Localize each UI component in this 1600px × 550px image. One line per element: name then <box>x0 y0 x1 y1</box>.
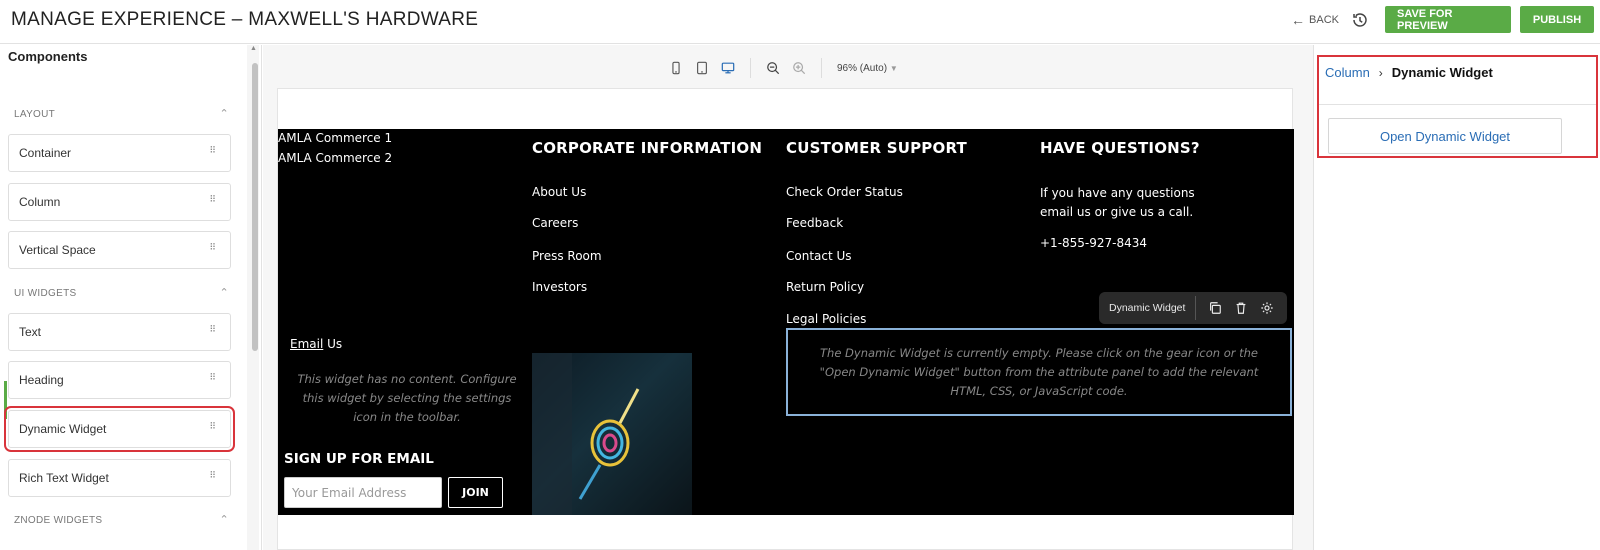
toolbar-divider <box>1195 296 1196 320</box>
zoom-select[interactable]: 96% (Auto) ▼ <box>837 63 898 74</box>
components-title: Components <box>8 49 88 64</box>
component-vertical-space[interactable]: Vertical Space ⠿ <box>8 231 231 269</box>
email-input[interactable]: Your Email Address <box>284 477 442 508</box>
component-heading[interactable]: Heading ⠿ <box>8 361 231 399</box>
link-contact-us[interactable]: Contact Us <box>786 249 852 263</box>
chevron-up-icon: ⌃ <box>219 514 229 526</box>
caret-down-icon: ▼ <box>889 63 898 73</box>
drag-handle-icon[interactable]: ⠿ <box>209 243 216 252</box>
customer-support-heading: CUSTOMER SUPPORT <box>786 139 967 157</box>
publish-button[interactable]: PUBLISH <box>1520 6 1594 33</box>
tablet-view-icon[interactable] <box>695 61 709 75</box>
drag-handle-icon[interactable]: ⠿ <box>209 195 216 204</box>
amla-line-2: AMLA Commerce 2 <box>278 151 393 165</box>
page-title: MANAGE EXPERIENCE – MAXWELL'S HARDWARE <box>11 9 479 30</box>
breadcrumb-current: Dynamic Widget <box>1391 65 1493 80</box>
signup-title: SIGN UP FOR EMAIL <box>284 451 434 467</box>
component-container[interactable]: Container ⠿ <box>8 134 231 172</box>
component-text[interactable]: Text ⠿ <box>8 313 231 351</box>
chevron-up-icon: ⌃ <box>219 108 229 120</box>
page-preview: AMLA Commerce 1 AMLA Commerce 2 CORPORAT… <box>277 88 1294 550</box>
top-bar: MANAGE EXPERIENCE – MAXWELL'S HARDWARE ←… <box>0 0 1600 44</box>
toolbar-divider <box>821 58 822 78</box>
link-feedback[interactable]: Feedback <box>786 216 843 230</box>
history-icon[interactable] <box>1351 11 1369 29</box>
arrow-left-icon: ← <box>1291 11 1306 28</box>
breadcrumb-column[interactable]: Column <box>1325 65 1370 80</box>
zoom-in-icon[interactable] <box>792 61 806 75</box>
delete-icon[interactable] <box>1234 301 1248 315</box>
back-button[interactable]: ← BACK <box>1291 12 1339 28</box>
drag-handle-icon[interactable]: ⠿ <box>209 146 216 155</box>
site-footer: AMLA Commerce 1 AMLA Commerce 2 CORPORAT… <box>278 129 1294 515</box>
link-check-order-status[interactable]: Check Order Status <box>786 185 903 199</box>
drop-indicator <box>4 381 7 419</box>
top-actions: ← BACK SAVE FOR PREVIEW PUBLISH <box>1291 6 1594 33</box>
attribute-panel: Column › Dynamic Widget Open Dynamic Wid… <box>1313 45 1600 550</box>
phone-number[interactable]: +1-855-927-8434 <box>1040 236 1147 250</box>
section-layout[interactable]: LAYOUT ⌃ <box>14 108 229 120</box>
component-rich-text-widget[interactable]: Rich Text Widget ⠿ <box>8 459 231 497</box>
questions-text: If you have any questions email us or gi… <box>1040 186 1195 219</box>
empty-widget-note: This widget has no content. Configure th… <box>297 372 517 424</box>
component-column[interactable]: Column ⠿ <box>8 183 231 221</box>
editor-canvas: 96% (Auto) ▼ AMLA Commerce 1 AMLA Commer… <box>263 45 1313 550</box>
rocket-logo-icon <box>532 353 640 515</box>
scrollbar-thumb[interactable] <box>252 63 258 351</box>
link-careers[interactable]: Careers <box>532 216 578 230</box>
drag-handle-icon[interactable]: ⠿ <box>209 325 216 334</box>
corporate-info-heading: CORPORATE INFORMATION <box>532 139 763 157</box>
component-dynamic-widget[interactable]: Dynamic Widget ⠿ <box>4 406 235 452</box>
link-return-policy[interactable]: Return Policy <box>786 280 864 294</box>
join-button[interactable]: JOIN <box>448 477 503 508</box>
save-for-preview-button[interactable]: SAVE FOR PREVIEW <box>1385 6 1511 33</box>
promo-image <box>532 353 692 515</box>
widget-toolbar-label: Dynamic Widget <box>1109 302 1186 314</box>
email-link[interactable]: Email <box>290 337 323 351</box>
email-us-text: Email Us <box>290 337 343 351</box>
canvas-toolbar: 96% (Auto) ▼ <box>663 57 898 79</box>
copy-icon[interactable] <box>1208 301 1222 315</box>
link-legal-policies[interactable]: Legal Policies <box>786 312 866 326</box>
have-questions-heading: HAVE QUESTIONS? <box>1040 139 1200 157</box>
drag-handle-icon[interactable]: ⠿ <box>209 373 216 382</box>
breadcrumb: Column › Dynamic Widget <box>1325 65 1493 80</box>
link-about-us[interactable]: About Us <box>532 185 586 199</box>
section-ui-widgets[interactable]: UI WIDGETS ⌃ <box>14 287 229 299</box>
section-znode-widgets[interactable]: ZNODE WIDGETS ⌃ <box>14 514 229 526</box>
link-investors[interactable]: Investors <box>532 280 587 294</box>
scroll-up-icon[interactable]: ▲ <box>250 45 257 52</box>
chevron-right-icon: › <box>1378 65 1383 80</box>
desktop-view-icon[interactable] <box>721 61 735 75</box>
zoom-out-icon[interactable] <box>766 61 780 75</box>
divider <box>1319 104 1596 105</box>
drag-handle-icon[interactable]: ⠿ <box>209 422 216 431</box>
back-label: BACK <box>1309 13 1339 26</box>
amla-line-1: AMLA Commerce 1 <box>278 131 393 145</box>
dynamic-widget-placeholder[interactable]: The Dynamic Widget is currently empty. P… <box>786 328 1292 416</box>
widget-toolbar: Dynamic Widget <box>1099 292 1287 324</box>
chevron-up-icon: ⌃ <box>219 287 229 299</box>
mobile-view-icon[interactable] <box>669 61 683 75</box>
open-dynamic-widget-button[interactable]: Open Dynamic Widget <box>1328 118 1562 154</box>
drag-handle-icon[interactable]: ⠿ <box>209 471 216 480</box>
components-panel: Components ▲ LAYOUT ⌃ Container ⠿ Column… <box>0 45 262 550</box>
link-press-room[interactable]: Press Room <box>532 249 602 263</box>
dynamic-widget-message: The Dynamic Widget is currently empty. P… <box>819 345 1259 398</box>
toolbar-divider <box>750 58 751 78</box>
gear-icon[interactable] <box>1260 301 1274 315</box>
